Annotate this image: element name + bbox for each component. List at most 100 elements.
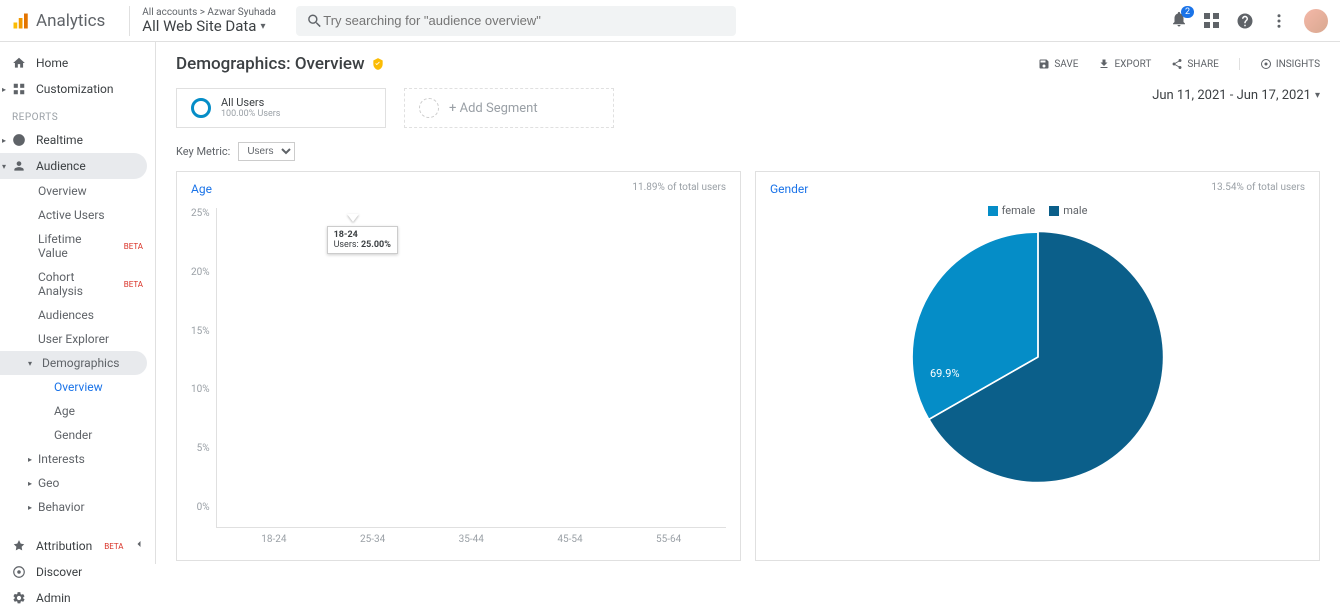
search-input[interactable]: [323, 13, 726, 28]
legend-male[interactable]: male: [1049, 204, 1087, 217]
age-bar-chart: 25% 20% 15% 10% 5% 0% 18-24 Users: 25.00…: [191, 208, 726, 528]
pie-label-male: 69.9%: [930, 367, 960, 380]
person-icon: [12, 159, 26, 173]
logo[interactable]: Analytics: [12, 11, 117, 31]
nav-demo-overview[interactable]: Overview: [0, 375, 155, 399]
avatar[interactable]: [1304, 9, 1328, 33]
chevron-right-icon: ▸: [2, 85, 6, 94]
key-metric-select[interactable]: Users: [238, 142, 295, 161]
page-title: Demographics: Overview: [176, 54, 385, 74]
notification-badge: 2: [1181, 6, 1194, 18]
beta-badge: BETA: [124, 242, 143, 251]
page-actions: SAVE EXPORT SHARE INSIGHTS: [1038, 58, 1320, 70]
tooltip: 18-24 Users: 25.00%: [327, 226, 398, 254]
segment-all-users[interactable]: All Users 100.00% Users: [176, 88, 386, 128]
legend-swatch: [988, 206, 998, 216]
chevron-down-icon: ▾: [28, 359, 32, 368]
clock-icon: [12, 133, 26, 147]
chevron-right-icon: ▸: [28, 455, 32, 464]
beta-badge: BETA: [104, 542, 123, 551]
chevron-right-icon: ▸: [28, 503, 32, 512]
tooltip-marker-icon: [347, 214, 359, 222]
gear-icon: [12, 591, 26, 605]
y-axis: 25% 20% 15% 10% 5% 0%: [191, 208, 216, 528]
analytics-logo-icon: [12, 12, 30, 30]
search-icon: [306, 12, 323, 30]
nav-behavior[interactable]: ▸Behavior: [0, 495, 155, 519]
header-actions: 2: [1170, 9, 1328, 33]
nav-audience[interactable]: ▾ Audience: [0, 153, 147, 179]
collapse-sidebar-button[interactable]: [133, 538, 145, 554]
sidebar: Home ▸ Customization REPORTS ▸ Realtime …: [0, 42, 156, 564]
customization-icon: [12, 82, 26, 96]
discover-icon: [12, 565, 26, 579]
nav-user-explorer[interactable]: User Explorer: [0, 327, 155, 351]
pie-svg: [908, 227, 1168, 487]
page-header: Demographics: Overview SAVE EXPORT SHARE…: [176, 54, 1320, 74]
divider: [129, 6, 130, 36]
nav-geo[interactable]: ▸Geo: [0, 471, 155, 495]
nav-interests[interactable]: ▸Interests: [0, 447, 155, 471]
attribution-icon: [12, 539, 26, 553]
home-icon: [12, 56, 26, 70]
nav-customization[interactable]: ▸ Customization: [0, 76, 155, 102]
top-header: Analytics All accounts > Azwar Syuhada A…: [0, 0, 1340, 42]
view-name: All Web Site Data: [142, 18, 256, 35]
export-icon: [1098, 58, 1110, 70]
more-icon[interactable]: [1270, 12, 1288, 30]
nav-demographics[interactable]: ▾Demographics: [0, 351, 147, 375]
nav-admin[interactable]: Admin: [0, 585, 155, 611]
nav-lifetime-value[interactable]: Lifetime ValueBETA: [0, 227, 155, 265]
legend: female male: [770, 204, 1305, 217]
share-button[interactable]: SHARE: [1171, 58, 1219, 70]
key-metric-label: Key Metric:: [176, 145, 230, 158]
reports-label: REPORTS: [0, 102, 155, 127]
legend-swatch: [1049, 206, 1059, 216]
key-metric: Key Metric: Users: [176, 142, 1320, 161]
save-button[interactable]: SAVE: [1038, 58, 1078, 70]
nav-cohort[interactable]: Cohort AnalysisBETA: [0, 265, 155, 303]
chevron-right-icon: ▸: [28, 479, 32, 488]
chevron-left-icon: [133, 538, 145, 550]
caret-down-icon: ▾: [260, 21, 265, 32]
gender-chart-card: Gender 13.54% of total users female male…: [755, 171, 1320, 561]
segment-circle-icon: [191, 98, 211, 118]
gender-pie-chart: 30.1% 69.9%: [770, 227, 1305, 487]
beta-badge: BETA: [124, 280, 143, 289]
content: Demographics: Overview SAVE EXPORT SHARE…: [156, 42, 1340, 573]
pie-label-female: 30.1%: [840, 287, 870, 300]
logo-text: Analytics: [36, 11, 105, 31]
insights-button[interactable]: INSIGHTS: [1260, 58, 1320, 70]
date-range-picker[interactable]: Jun 11, 2021 - Jun 17, 2021 ▾: [1152, 88, 1320, 103]
legend-female[interactable]: female: [988, 204, 1036, 217]
export-button[interactable]: EXPORT: [1098, 58, 1151, 70]
account-selector[interactable]: All accounts > Azwar Syuhada All Web Sit…: [142, 7, 276, 35]
apps-icon[interactable]: [1204, 13, 1220, 29]
chart-title-gender[interactable]: Gender: [770, 182, 808, 196]
add-segment-button[interactable]: + Add Segment: [404, 88, 614, 128]
search-box[interactable]: [296, 6, 736, 36]
insights-icon: [1260, 58, 1272, 70]
caret-down-icon: ▾: [1315, 90, 1320, 101]
notifications-button[interactable]: 2: [1170, 10, 1188, 32]
chevron-right-icon: ▸: [2, 136, 6, 145]
segment-sub: 100.00% Users: [221, 109, 280, 120]
chart-subtitle-age: 11.89% of total users: [632, 182, 726, 196]
nav-demo-gender[interactable]: Gender: [0, 423, 155, 447]
age-chart-card: Age 11.89% of total users 25% 20% 15% 10…: [176, 171, 741, 561]
chart-title-age[interactable]: Age: [191, 182, 212, 196]
chart-subtitle-gender: 13.54% of total users: [1211, 182, 1305, 196]
nav-demo-age[interactable]: Age: [0, 399, 155, 423]
nav-home[interactable]: Home: [0, 50, 155, 76]
nav-active-users[interactable]: Active Users: [0, 203, 155, 227]
nav-audiences[interactable]: Audiences: [0, 303, 155, 327]
add-circle-icon: [419, 98, 439, 118]
nav-discover[interactable]: Discover: [0, 559, 155, 585]
nav-realtime[interactable]: ▸ Realtime: [0, 127, 155, 153]
help-icon[interactable]: [1236, 12, 1254, 30]
save-icon: [1038, 58, 1050, 70]
chevron-down-icon: ▾: [2, 162, 6, 171]
segment-name: All Users: [221, 96, 280, 109]
nav-attribution[interactable]: AttributionBETA: [0, 533, 155, 559]
nav-audience-overview[interactable]: Overview: [0, 179, 155, 203]
